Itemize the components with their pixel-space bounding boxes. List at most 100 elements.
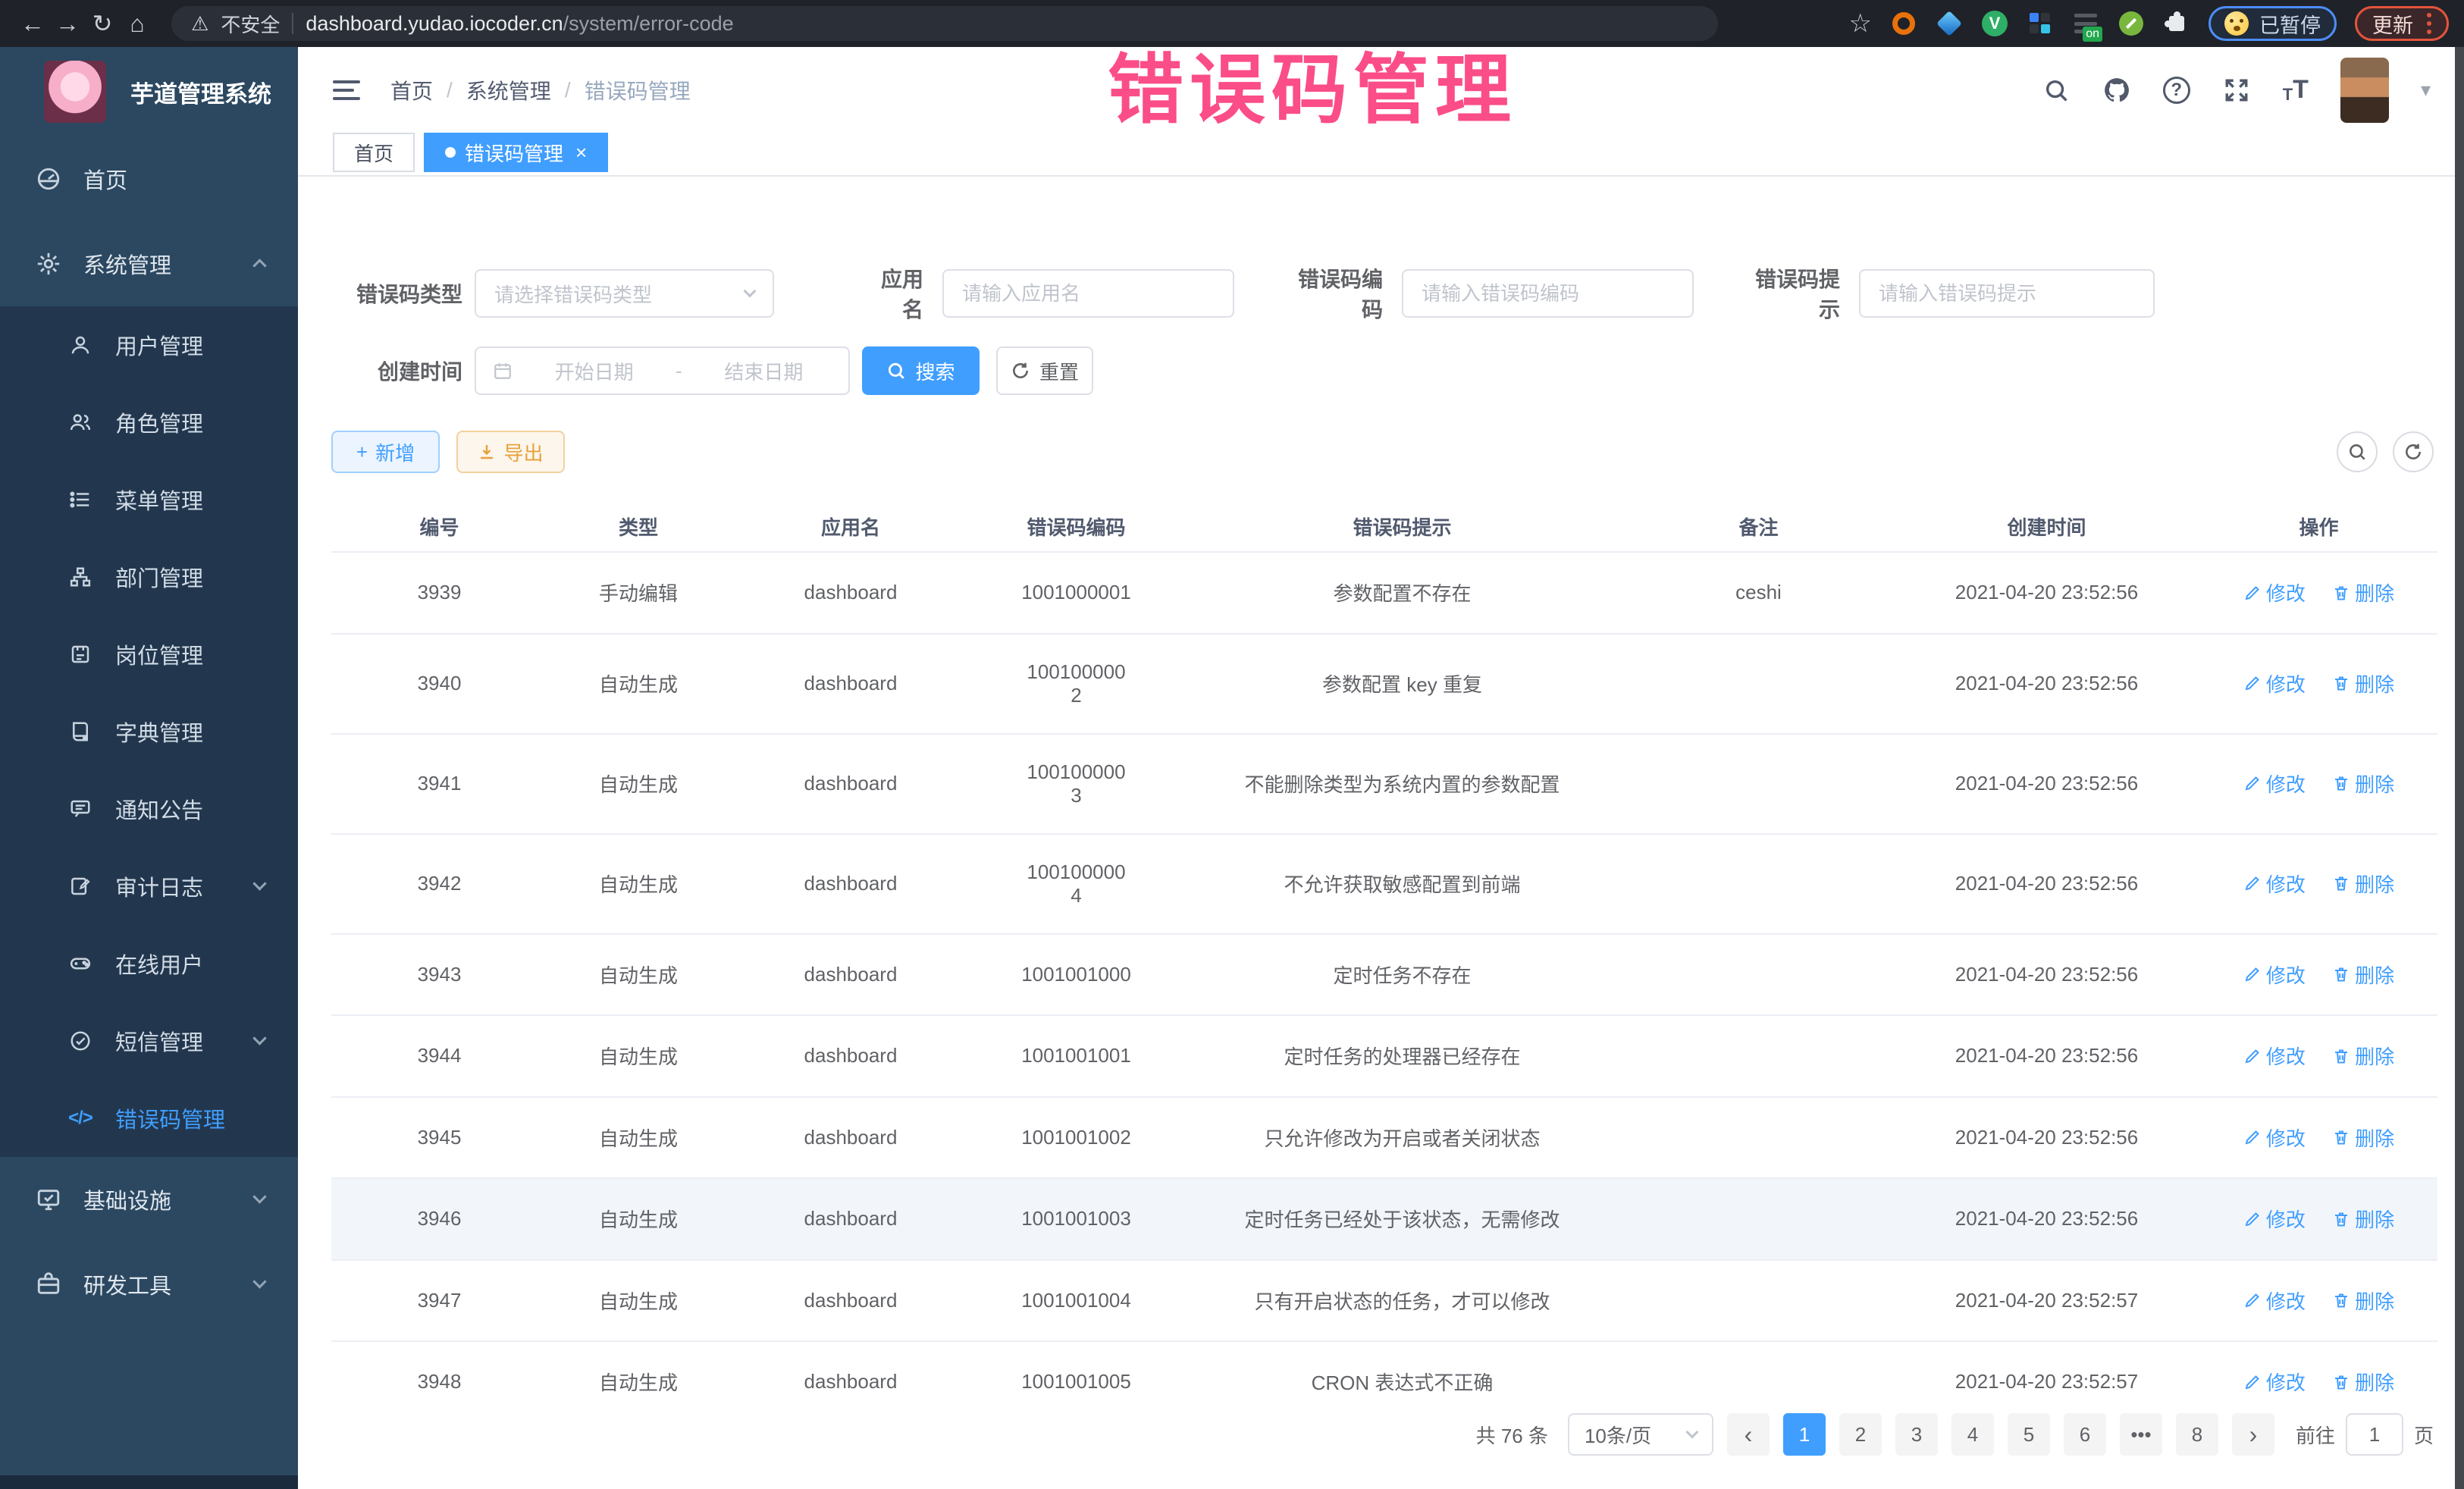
page-button[interactable]: 6 [2064,1413,2106,1456]
delete-link[interactable]: 删除 [2332,1368,2394,1396]
delete-link[interactable]: 删除 [2332,1205,2394,1233]
cell-app: dashboard [729,834,972,934]
error-code-input[interactable] [1403,271,1692,316]
extension-icon-gem[interactable] [1936,10,1963,37]
delete-link[interactable]: 删除 [2332,1124,2394,1152]
error-type-select[interactable]: 请选择错误码类型 [475,269,774,318]
hamburger-icon[interactable] [333,80,360,100]
sidebar-item-dictionary[interactable]: 字典管理 [0,693,298,770]
goto-page-input[interactable] [2346,1413,2403,1456]
delete-link[interactable]: 删除 [2332,578,2394,607]
sidebar-item-system[interactable]: 系统管理 [0,221,298,306]
caret-down-icon[interactable]: ▾ [2421,78,2431,102]
edit-link[interactable]: 修改 [2243,870,2306,898]
extension-icon-orange[interactable] [1890,10,1917,37]
prev-page-button[interactable]: ‹ [1727,1413,1770,1456]
add-button[interactable]: + 新增 [331,431,440,473]
delete-link[interactable]: 删除 [2332,770,2394,798]
page-size-select[interactable]: 10条/页 [1568,1413,1713,1456]
tab-error-code[interactable]: 错误码管理 × [424,133,608,172]
page-button[interactable]: 8 [2176,1413,2218,1456]
export-button[interactable]: 导出 [456,431,565,473]
chevron-down-icon [252,1274,266,1288]
scrollbar[interactable] [2455,47,2464,1489]
delete-link[interactable]: 删除 [2332,669,2394,697]
extension-icon-vue[interactable]: V [1981,10,2008,37]
page-button[interactable]: 4 [1951,1413,1994,1456]
sidebar-item-sms[interactable]: 短信管理 [0,1002,298,1080]
bookmark-star-icon[interactable]: ☆ [1849,8,1872,39]
sidebar-item-menus[interactable]: 菜单管理 [0,461,298,538]
avatar[interactable] [2340,58,2389,123]
sidebar-item-online-users[interactable]: 在线用户 [0,925,298,1002]
sidebar-item-roles[interactable]: 角色管理 [0,384,298,461]
cell-remark [1624,1097,1893,1179]
address-bar[interactable]: ⚠ 不安全 dashboard.yudao.iocoder.cn/system/… [171,6,1718,41]
kebab-menu-icon[interactable] [2427,13,2431,34]
edit-link[interactable]: 修改 [2243,1042,2306,1070]
sidebar-item-home[interactable]: 首页 [0,136,298,221]
page-button[interactable]: 1 [1783,1413,1826,1456]
show-search-icon[interactable] [2337,431,2378,472]
github-icon[interactable] [2102,76,2131,105]
tab-home[interactable]: 首页 [333,133,415,172]
extension-icon-switch[interactable]: on [2072,10,2099,37]
error-type-label: 错误码类型 [356,278,462,309]
edit-link[interactable]: 修改 [2243,1205,2306,1233]
delete-link[interactable]: 删除 [2332,1042,2394,1070]
font-size-icon[interactable]: TT [2283,75,2309,105]
sidebar-item-dev-tools[interactable]: 研发工具 [0,1242,298,1327]
browser-update-button[interactable]: 更新 [2355,6,2449,41]
sidebar-item-infrastructure[interactable]: 基础设施 [0,1157,298,1242]
cell-operations: 修改 删除 [2200,834,2437,934]
page-button[interactable]: 5 [2008,1413,2050,1456]
breadcrumb-home[interactable]: 首页 [390,75,433,105]
cell-operations: 修改 删除 [2200,734,2437,834]
back-icon[interactable]: ← [15,10,50,38]
sidebar-item-audit-log[interactable]: 审计日志 [0,848,298,925]
page-button[interactable]: 3 [1895,1413,1938,1456]
help-icon[interactable]: ? [2163,77,2190,104]
delete-link[interactable]: 删除 [2332,1287,2394,1315]
close-icon[interactable]: × [575,141,587,165]
sidebar-item-posts[interactable]: 岗位管理 [0,616,298,693]
cell-id: 3943 [331,934,547,1016]
page-button[interactable]: 2 [1839,1413,1882,1456]
page-more-button[interactable]: ••• [2120,1413,2162,1456]
sidebar-item-departments[interactable]: 部门管理 [0,538,298,616]
next-page-button[interactable]: › [2232,1413,2274,1456]
edit-link[interactable]: 修改 [2243,578,2306,607]
sidebar-item-announcements[interactable]: 通知公告 [0,770,298,848]
search-button[interactable]: 搜索 [862,346,980,395]
app-name-input[interactable] [944,271,1233,316]
edit-link[interactable]: 修改 [2243,1368,2306,1396]
edit-link[interactable]: 修改 [2243,1124,2306,1152]
reset-button[interactable]: 重置 [996,346,1093,395]
reload-icon[interactable]: ↻ [85,9,120,38]
sidebar-item-error-code[interactable]: </> 错误码管理 [0,1080,298,1157]
home-icon[interactable]: ⌂ [120,10,155,38]
edit-link[interactable]: 修改 [2243,770,2306,798]
delete-link[interactable]: 删除 [2332,870,2394,898]
sidebar-item-users[interactable]: 用户管理 [0,306,298,384]
fullscreen-icon[interactable] [2222,76,2251,105]
date-separator: - [676,359,682,383]
sidebar-collapse-bar[interactable] [0,1475,298,1489]
delete-link[interactable]: 删除 [2332,961,2394,989]
date-range-picker[interactable]: 开始日期 - 结束日期 [475,346,850,395]
app-logo[interactable]: 芋道管理系统 [0,47,298,136]
error-hint-input[interactable] [1861,271,2153,316]
edit-link[interactable]: 修改 [2243,669,2306,697]
extension-icon-grid[interactable] [2027,10,2054,37]
trash-icon [2332,584,2350,602]
search-icon[interactable] [2042,76,2071,105]
extension-icon-key[interactable] [2118,10,2145,37]
profile-paused-badge[interactable]: 已暂停 [2209,6,2337,41]
breadcrumb-system[interactable]: 系统管理 [466,75,551,105]
extensions-puzzle-icon[interactable] [2163,10,2190,37]
forward-icon[interactable]: → [50,10,85,38]
refresh-icon[interactable] [2393,431,2434,472]
edit-link[interactable]: 修改 [2243,961,2306,989]
cell-id: 3940 [331,634,547,734]
edit-link[interactable]: 修改 [2243,1287,2306,1315]
